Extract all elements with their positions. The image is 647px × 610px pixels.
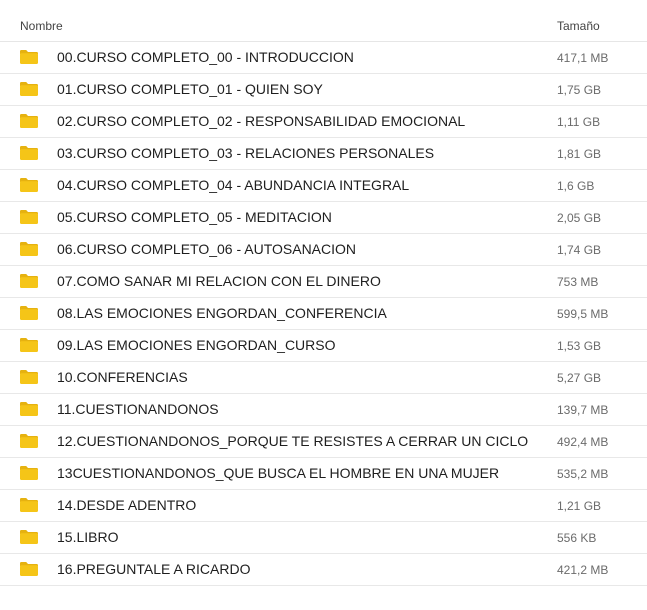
- file-row[interactable]: 13CUESTIONANDONOS_QUE BUSCA EL HOMBRE EN…: [0, 458, 647, 490]
- file-size: 1,81 GB: [557, 147, 602, 161]
- file-size: 492,4 MB: [557, 435, 609, 449]
- file-size: 421,2 MB: [557, 563, 609, 577]
- folder-icon: [19, 241, 39, 257]
- file-row[interactable]: 11.CUESTIONANDONOS 139,7 MB: [0, 394, 647, 426]
- folder-icon: [19, 433, 39, 449]
- folder-icon: [19, 209, 39, 225]
- size-column-header[interactable]: Tamaño: [557, 19, 600, 33]
- file-name[interactable]: 13CUESTIONANDONOS_QUE BUSCA EL HOMBRE EN…: [57, 465, 499, 481]
- file-name[interactable]: 00.CURSO COMPLETO_00 - INTRODUCCION: [57, 49, 354, 65]
- file-size: 1,74 GB: [557, 243, 602, 257]
- folder-icon: [19, 177, 39, 193]
- file-name[interactable]: 14.DESDE ADENTRO: [57, 497, 196, 513]
- file-list: Nombre Tamaño 00.CURSO COMPLETO_00 - INT…: [0, 0, 647, 586]
- file-row[interactable]: 12.CUESTIONANDONOS_PORQUE TE RESISTES A …: [0, 426, 647, 458]
- file-name[interactable]: 12.CUESTIONANDONOS_PORQUE TE RESISTES A …: [57, 433, 528, 449]
- file-name[interactable]: 10.CONFERENCIAS: [57, 369, 188, 385]
- file-row[interactable]: 07.COMO SANAR MI RELACION CON EL DINERO 7…: [0, 266, 647, 298]
- file-row[interactable]: 10.CONFERENCIAS 5,27 GB: [0, 362, 647, 394]
- file-name[interactable]: 06.CURSO COMPLETO_06 - AUTOSANACION: [57, 241, 356, 257]
- folder-icon: [19, 145, 39, 161]
- folder-icon: [19, 113, 39, 129]
- file-row[interactable]: 04.CURSO COMPLETO_04 - ABUNDANCIA INTEGR…: [0, 170, 647, 202]
- file-size: 139,7 MB: [557, 403, 609, 417]
- file-name[interactable]: 15.LIBRO: [57, 529, 118, 545]
- file-size: 417,1 MB: [557, 51, 609, 65]
- folder-icon: [19, 305, 39, 321]
- file-row[interactable]: 08.LAS EMOCIONES ENGORDAN_CONFERENCIA 599…: [0, 298, 647, 330]
- file-size: 535,2 MB: [557, 467, 609, 481]
- folder-icon: [19, 497, 39, 513]
- file-size: 2,05 GB: [557, 211, 602, 225]
- file-row[interactable]: 14.DESDE ADENTRO 1,21 GB: [0, 490, 647, 522]
- file-rows: 00.CURSO COMPLETO_00 - INTRODUCCION 417,1…: [0, 42, 647, 586]
- folder-icon: [19, 81, 39, 97]
- file-row[interactable]: 16.PREGUNTALE A RICARDO 421,2 MB: [0, 554, 647, 586]
- file-name[interactable]: 07.COMO SANAR MI RELACION CON EL DINERO: [57, 273, 381, 289]
- file-size: 1,21 GB: [557, 499, 602, 513]
- file-name[interactable]: 02.CURSO COMPLETO_02 - RESPONSABILIDAD E…: [57, 113, 465, 129]
- folder-icon: [19, 369, 39, 385]
- file-row[interactable]: 06.CURSO COMPLETO_06 - AUTOSANACION 1,74 …: [0, 234, 647, 266]
- file-size: 5,27 GB: [557, 371, 602, 385]
- file-name[interactable]: 16.PREGUNTALE A RICARDO: [57, 561, 250, 577]
- file-row[interactable]: 03.CURSO COMPLETO_03 - RELACIONES PERSON…: [0, 138, 647, 170]
- file-row[interactable]: 00.CURSO COMPLETO_00 - INTRODUCCION 417,1…: [0, 42, 647, 74]
- file-name[interactable]: 11.CUESTIONANDONOS: [57, 401, 219, 417]
- file-size: 556 KB: [557, 531, 597, 545]
- folder-icon: [19, 273, 39, 289]
- file-name[interactable]: 09.LAS EMOCIONES ENGORDAN_CURSO: [57, 337, 336, 353]
- folder-icon: [19, 401, 39, 417]
- file-row[interactable]: 02.CURSO COMPLETO_02 - RESPONSABILIDAD E…: [0, 106, 647, 138]
- file-row[interactable]: 05.CURSO COMPLETO_05 - MEDITACION 2,05 GB: [0, 202, 647, 234]
- file-size: 1,75 GB: [557, 83, 602, 97]
- file-name[interactable]: 08.LAS EMOCIONES ENGORDAN_CONFERENCIA: [57, 305, 387, 321]
- folder-icon: [19, 49, 39, 65]
- file-name[interactable]: 04.CURSO COMPLETO_04 - ABUNDANCIA INTEGR…: [57, 177, 409, 193]
- file-row[interactable]: 15.LIBRO 556 KB: [0, 522, 647, 554]
- folder-icon: [19, 529, 39, 545]
- folder-icon: [19, 561, 39, 577]
- file-row[interactable]: 09.LAS EMOCIONES ENGORDAN_CURSO 1,53 GB: [0, 330, 647, 362]
- file-size: 1,53 GB: [557, 339, 602, 353]
- folder-icon: [19, 465, 39, 481]
- file-name[interactable]: 03.CURSO COMPLETO_03 - RELACIONES PERSON…: [57, 145, 434, 161]
- file-size: 1,11 GB: [557, 115, 601, 129]
- list-header: Nombre Tamaño: [0, 0, 647, 42]
- file-size: 753 MB: [557, 275, 599, 289]
- folder-icon: [19, 337, 39, 353]
- file-size: 599,5 MB: [557, 307, 609, 321]
- file-name[interactable]: 05.CURSO COMPLETO_05 - MEDITACION: [57, 209, 332, 225]
- file-size: 1,6 GB: [557, 179, 595, 193]
- file-name[interactable]: 01.CURSO COMPLETO_01 - QUIEN SOY: [57, 81, 323, 97]
- file-row[interactable]: 01.CURSO COMPLETO_01 - QUIEN SOY 1,75 GB: [0, 74, 647, 106]
- name-column-header[interactable]: Nombre: [20, 19, 63, 33]
